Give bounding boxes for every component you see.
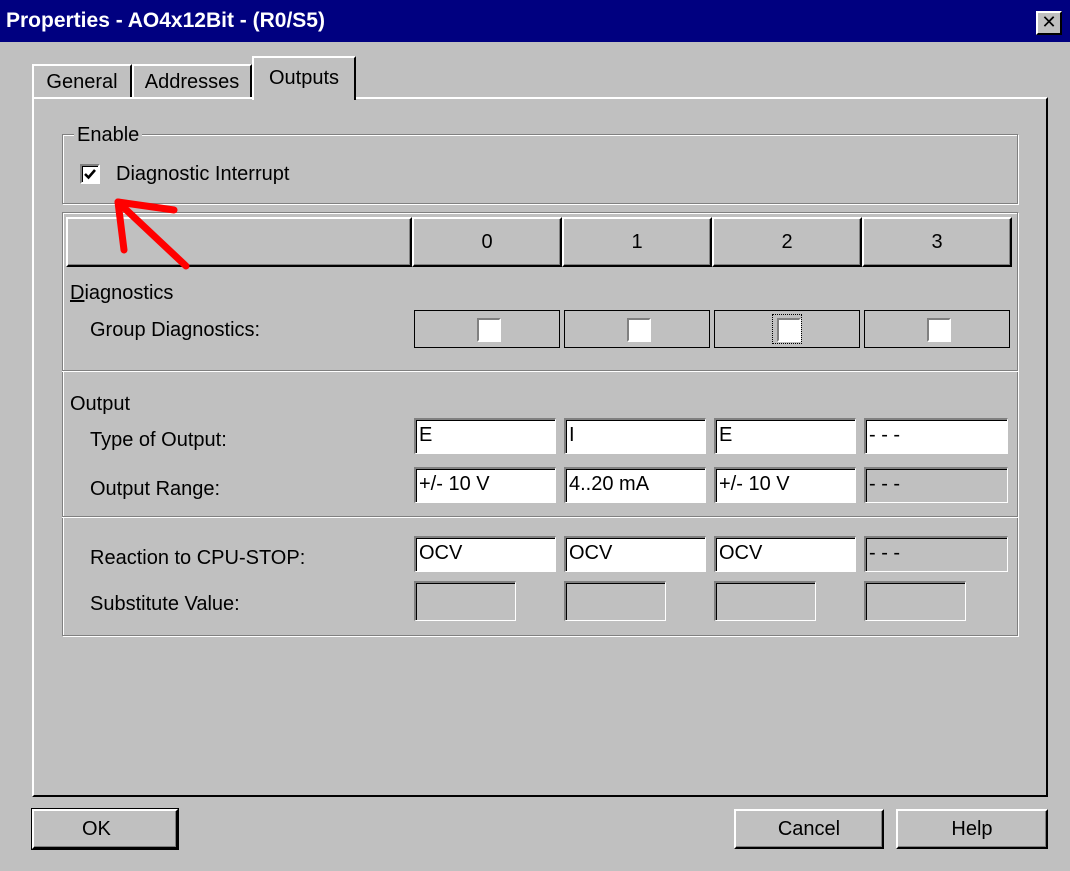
substitute-value-field-1 [564,581,666,621]
tab-addresses-label: Addresses [144,71,240,93]
tab-outputs-label: Outputs [268,67,340,89]
output-range-field-1[interactable]: 4..20 mA [564,467,706,503]
group-diagnostics-cell-2 [714,310,860,348]
diagnostic-interrupt-checkbox[interactable] [80,164,100,184]
header-channel-1: 1 [562,217,712,267]
help-button-label: Help [951,818,993,840]
focus-ring [772,314,802,344]
header-channel-0-label: 0 [481,231,493,253]
section-divider [62,370,1018,372]
reaction-cpu-stop-label: Reaction to CPU-STOP: [90,547,306,569]
header-channel-0: 0 [412,217,562,267]
cancel-button-label: Cancel [777,818,841,840]
close-button[interactable]: ✕ [1036,11,1062,35]
type-of-output-label: Type of Output: [90,429,227,451]
type-of-output-field-1[interactable]: I [564,418,706,454]
reaction-cpu-stop-field-1[interactable]: OCV [564,536,706,572]
diagnostics-section-rest: iagnostics [84,282,174,304]
group-diagnostics-checkbox-0[interactable] [477,318,501,342]
type-of-output-field-0[interactable]: E [414,418,556,454]
ok-button-label: OK [82,818,111,840]
tab-general-label: General [46,71,118,93]
diagnostics-section-label: Diagnostics [70,282,174,304]
diagnostic-interrupt-label: Diagnostic Interrupt [116,163,290,185]
header-channel-2: 2 [712,217,862,267]
header-channel-2-label: 2 [781,231,793,253]
substitute-value-field-2 [714,581,816,621]
close-icon: ✕ [1041,12,1057,32]
group-diagnostics-checkbox-1[interactable] [627,318,651,342]
substitute-value-field-0 [414,581,516,621]
header-channel-3-label: 3 [931,231,943,253]
output-section-label: Output [70,393,131,415]
reaction-cpu-stop-field-3: - - - [864,536,1008,572]
type-of-output-field-3[interactable]: - - - [864,418,1008,454]
reaction-cpu-stop-field-0[interactable]: OCV [414,536,556,572]
reaction-cpu-stop-field-2[interactable]: OCV [714,536,856,572]
substitute-value-label: Substitute Value: [90,593,240,615]
window-title: Properties - AO4x12Bit - (R0/S5) [6,9,325,32]
enable-group-label: Enable [74,124,143,146]
output-range-field-3: - - - [864,467,1008,503]
output-range-label: Output Range: [90,478,221,500]
cancel-button[interactable]: Cancel [734,809,884,849]
output-range-field-0[interactable]: +/- 10 V [414,467,556,503]
group-diagnostics-cell-0 [414,310,560,348]
header-channel-3: 3 [862,217,1012,267]
group-diagnostics-checkbox-3[interactable] [927,318,951,342]
header-channel-1-label: 1 [631,231,643,253]
group-diagnostics-cell-3 [864,310,1010,348]
tab-addresses[interactable]: Addresses [132,64,252,98]
tab-general[interactable]: General [32,64,132,98]
substitute-value-field-3 [864,581,966,621]
group-diagnostics-label: Group Diagnostics: [90,319,261,341]
ok-button[interactable]: OK [31,808,179,850]
output-range-field-2[interactable]: +/- 10 V [714,467,856,503]
red-annotation-arrow-icon [114,198,190,270]
help-button[interactable]: Help [896,809,1048,849]
tab-outputs[interactable]: Outputs [252,56,356,100]
type-of-output-field-2[interactable]: E [714,418,856,454]
section-divider [62,516,1018,518]
checkmark-icon [84,169,96,180]
group-diagnostics-cell-1 [564,310,710,348]
